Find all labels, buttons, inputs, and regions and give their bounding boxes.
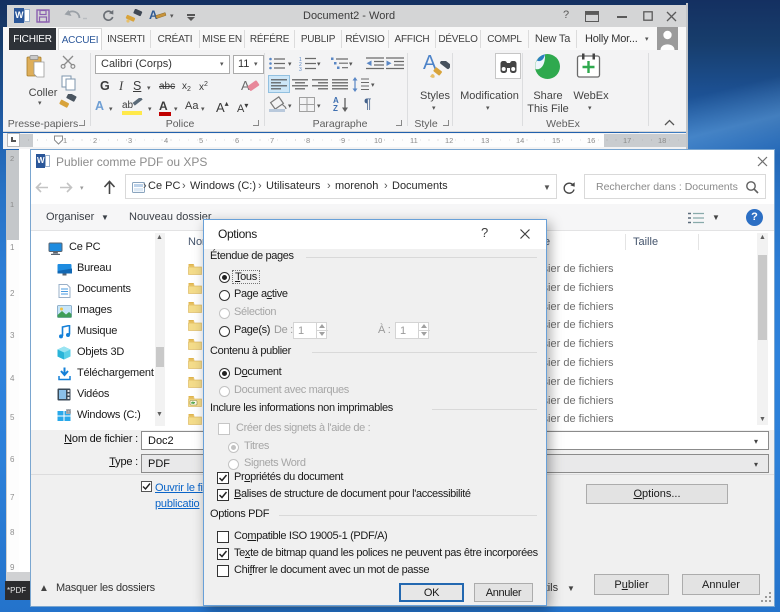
svg-text:3: 3 — [299, 67, 302, 71]
